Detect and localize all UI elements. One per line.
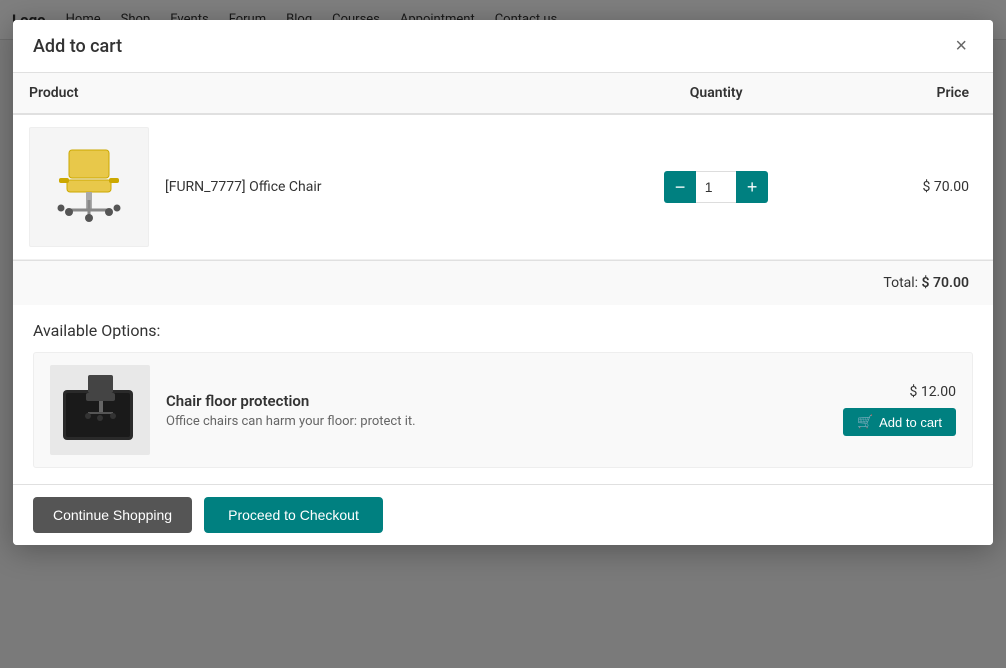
modal-overlay: Add to cart × Product Quantity Price — [0, 0, 1006, 668]
option-description: Office chairs can harm your floor: prote… — [166, 414, 827, 429]
cart-row: [FURN_7777] Office Chair − + $ 70.00 — [13, 114, 993, 260]
option-price: $ 12.00 — [909, 384, 956, 400]
option-add-to-cart-button[interactable]: 🛒 Add to cart — [843, 408, 956, 436]
total-label: Total: — [883, 275, 918, 291]
option-actions: $ 12.00 🛒 Add to cart — [843, 384, 956, 436]
quantity-increase-button[interactable]: + — [736, 171, 768, 203]
option-card: Chair floor protection Office chairs can… — [33, 352, 973, 468]
cart-icon: 🛒 — [857, 414, 873, 430]
modal-close-button[interactable]: × — [949, 34, 973, 58]
option-name: Chair floor protection — [166, 392, 827, 410]
option-image — [50, 365, 150, 455]
total-amount: $ 70.00 — [922, 275, 969, 291]
options-title: Available Options: — [33, 321, 973, 340]
option-info: Chair floor protection Office chairs can… — [166, 392, 827, 429]
options-section: Available Options: — [13, 305, 993, 484]
modal-title: Add to cart — [33, 36, 122, 57]
cart-table: Product Quantity Price — [13, 73, 993, 260]
cart-table-header-row: Product Quantity Price — [13, 73, 993, 114]
modal-footer: Continue Shopping Proceed to Checkout — [13, 484, 993, 545]
add-to-cart-modal: Add to cart × Product Quantity Price — [13, 20, 993, 545]
cart-price-cell: $ 70.00 — [838, 114, 993, 260]
col-header-price: Price — [838, 73, 993, 114]
product-image — [29, 127, 149, 247]
cart-quantity-cell: − + — [594, 114, 838, 260]
quantity-input[interactable] — [696, 171, 736, 203]
col-header-product: Product — [13, 73, 594, 114]
modal-header: Add to cart × — [13, 20, 993, 73]
add-to-cart-label: Add to cart — [879, 415, 942, 430]
product-name: [FURN_7777] Office Chair — [165, 179, 322, 195]
quantity-controls: − + — [610, 171, 822, 203]
cart-total-row: Total: $ 70.00 — [13, 260, 993, 305]
modal-body: Product Quantity Price — [13, 73, 993, 484]
product-price: $ 70.00 — [922, 179, 969, 195]
quantity-decrease-button[interactable]: − — [664, 171, 696, 203]
proceed-to-checkout-button[interactable]: Proceed to Checkout — [204, 497, 383, 533]
continue-shopping-button[interactable]: Continue Shopping — [33, 497, 192, 533]
cart-product-cell: [FURN_7777] Office Chair — [13, 114, 594, 260]
col-header-quantity: Quantity — [594, 73, 838, 114]
